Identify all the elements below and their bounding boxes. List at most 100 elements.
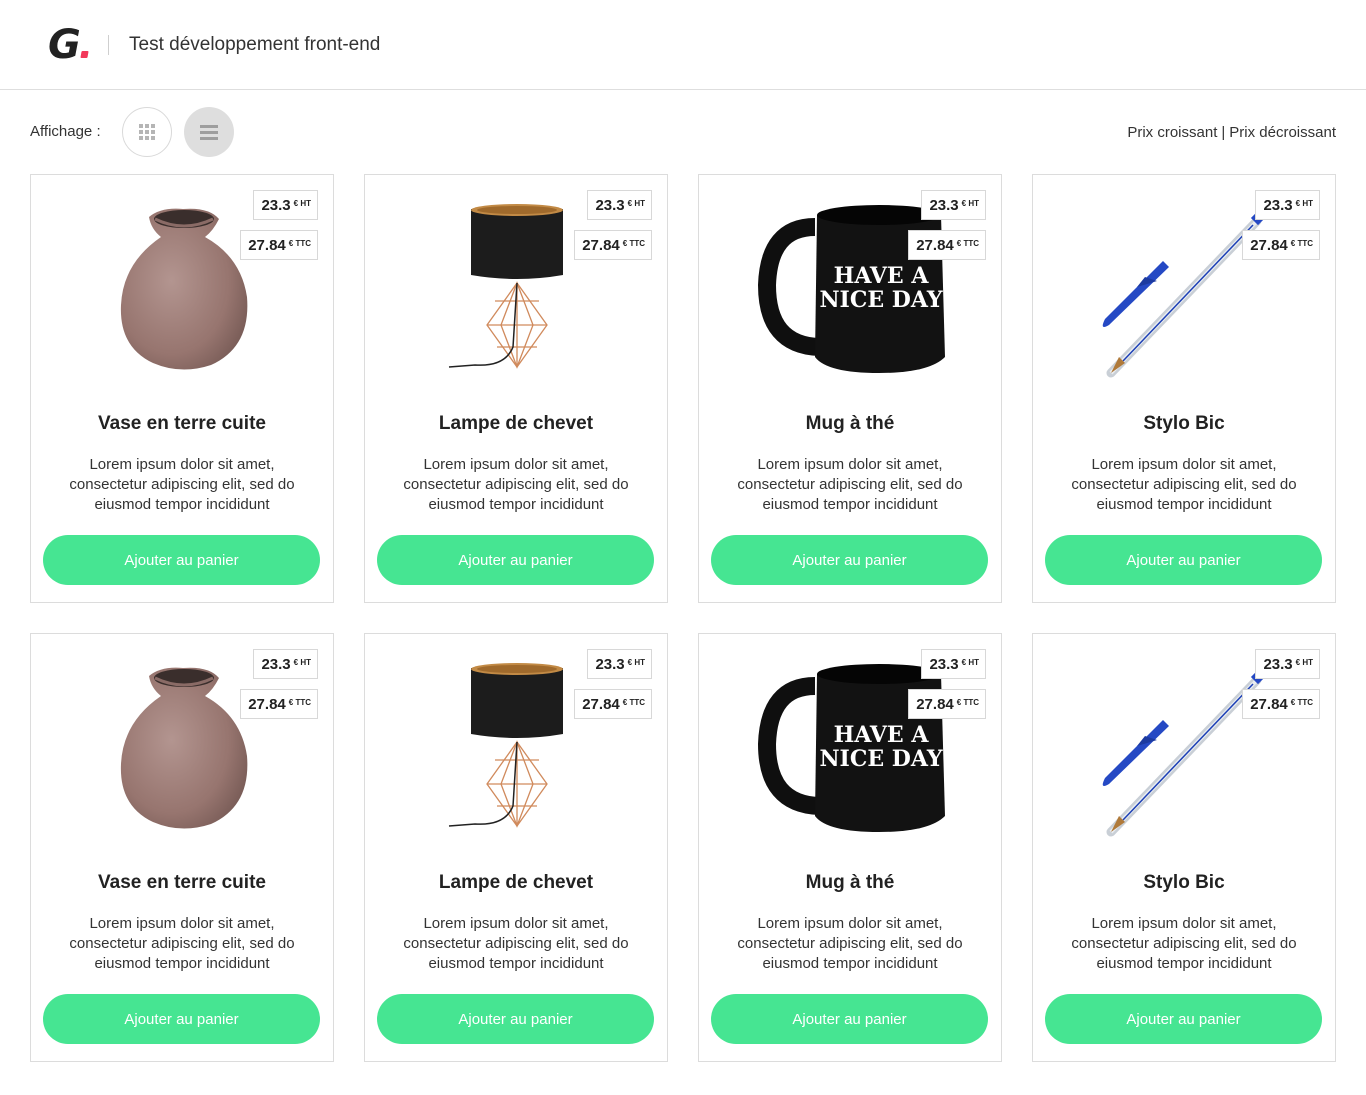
add-to-cart-button[interactable]: Ajouter au panier (43, 994, 320, 1044)
list-icon (200, 124, 218, 140)
product-description: Lorem ipsum dolor sit amet, consectetur … (1071, 915, 1297, 972)
price-ttc-unit: € TTC (1290, 239, 1313, 248)
product-description: Lorem ipsum dolor sit amet, consectetur … (403, 915, 629, 972)
product-image[interactable]: HAVE A NICE DAY (749, 656, 949, 846)
logo-dot (80, 50, 89, 58)
display-label: Affichage : (30, 123, 101, 140)
price-ht-value: 23.3 (929, 656, 959, 673)
svg-text:HAVE A: HAVE A (834, 263, 930, 289)
add-to-cart-button[interactable]: Ajouter au panier (377, 994, 654, 1044)
product-description: Lorem ipsum dolor sit amet, consectetur … (69, 915, 295, 972)
product-card: 23.3 € HT 27.84 € TTC Lampe de chevet Lo… (364, 633, 668, 1062)
product-card: 23.3 € HT 27.84 € TTC Vase en terre cuit… (30, 633, 334, 1062)
product-description: Lorem ipsum dolor sit amet, consectetur … (69, 456, 295, 513)
price-ttc-unit: € TTC (956, 239, 979, 248)
price-ttc-unit: € TTC (622, 698, 645, 707)
mug-image: HAVE A NICE DAY (757, 664, 945, 832)
price-ht-unit: € HT (627, 199, 645, 208)
grid-view-button[interactable] (122, 107, 172, 157)
pen-image (1102, 210, 1266, 378)
product-name[interactable]: Mug à thé (699, 872, 1001, 894)
price-ht-unit: € HT (293, 199, 311, 208)
product-card: HAVE A NICE DAY 23.3 € HT 27.84 € TTC Mu… (698, 633, 1002, 1062)
price-ht-badge: 23.3 € HT (1255, 649, 1320, 679)
product-image[interactable] (435, 197, 599, 387)
price-ht-unit: € HT (961, 658, 979, 667)
price-ht-badge: 23.3 € HT (1255, 190, 1320, 220)
vase-image (120, 667, 248, 829)
price-ht-value: 23.3 (595, 197, 625, 214)
page-title: Test développement front-end (129, 33, 381, 55)
product-image[interactable] (101, 656, 265, 846)
product-image[interactable] (435, 656, 599, 846)
product-description: Lorem ipsum dolor sit amet, consectetur … (737, 456, 963, 513)
header-divider (108, 34, 109, 55)
price-ht-unit: € HT (293, 658, 311, 667)
product-name[interactable]: Stylo Bic (1033, 872, 1335, 894)
price-ttc-value: 27.84 (248, 237, 286, 254)
lamp-image (448, 663, 563, 828)
price-ttc-unit: € TTC (956, 698, 979, 707)
price-ttc-value: 27.84 (582, 696, 620, 713)
price-ttc-value: 27.84 (916, 237, 954, 254)
price-ttc-unit: € TTC (1290, 698, 1313, 707)
vase-image (120, 208, 248, 370)
add-to-cart-button[interactable]: Ajouter au panier (1045, 535, 1322, 585)
product-description: Lorem ipsum dolor sit amet, consectetur … (737, 915, 963, 972)
pen-image (1102, 669, 1266, 837)
price-ht-badge: 23.3 € HT (921, 649, 986, 679)
mug-image: HAVE A NICE DAY (757, 205, 945, 373)
product-name[interactable]: Mug à thé (699, 413, 1001, 435)
brand-logo[interactable]: G (48, 25, 92, 65)
price-ttc-unit: € TTC (288, 698, 311, 707)
price-ht-badge: 23.3 € HT (587, 649, 652, 679)
price-ht-value: 23.3 (1263, 656, 1293, 673)
product-image[interactable] (1083, 656, 1283, 846)
product-name[interactable]: Vase en terre cuite (31, 413, 333, 435)
sort-price-desc-link[interactable]: Prix décroissant (1229, 124, 1336, 141)
price-ht-badge: 23.3 € HT (253, 190, 318, 220)
add-to-cart-button[interactable]: Ajouter au panier (1045, 994, 1322, 1044)
product-name[interactable]: Lampe de chevet (365, 413, 667, 435)
price-ttc-badge: 27.84 € TTC (908, 230, 986, 260)
display-toolbar: Affichage : Prix croissant | Prix décroiss… (0, 90, 1366, 174)
sort-price-asc-link[interactable]: Prix croissant (1127, 124, 1217, 141)
price-ht-value: 23.3 (1263, 197, 1293, 214)
price-ttc-badge: 27.84 € TTC (240, 230, 318, 260)
product-image[interactable] (101, 197, 265, 387)
product-image[interactable] (1083, 197, 1283, 387)
price-ht-value: 23.3 (261, 656, 291, 673)
add-to-cart-button[interactable]: Ajouter au panier (43, 535, 320, 585)
price-ht-value: 23.3 (929, 197, 959, 214)
sort-separator: | (1221, 124, 1226, 141)
price-ht-value: 23.3 (595, 656, 625, 673)
price-ht-value: 23.3 (261, 197, 291, 214)
product-card: 23.3 € HT 27.84 € TTC Lampe de chevet Lo… (364, 174, 668, 603)
product-description: Lorem ipsum dolor sit amet, consectetur … (403, 456, 629, 513)
product-name[interactable]: Lampe de chevet (365, 872, 667, 894)
price-ht-unit: € HT (627, 658, 645, 667)
product-card: 23.3 € HT 27.84 € TTC Stylo Bic Lorem ip… (1032, 174, 1336, 603)
product-image[interactable]: HAVE A NICE DAY (749, 197, 949, 387)
add-to-cart-button[interactable]: Ajouter au panier (711, 535, 988, 585)
add-to-cart-button[interactable]: Ajouter au panier (377, 535, 654, 585)
lamp-image (448, 204, 563, 369)
svg-text:HAVE A: HAVE A (834, 722, 930, 748)
add-to-cart-button[interactable]: Ajouter au panier (711, 994, 988, 1044)
logo-letter: G (48, 21, 81, 68)
price-ttc-badge: 27.84 € TTC (908, 689, 986, 719)
price-ttc-value: 27.84 (1250, 237, 1288, 254)
price-ttc-badge: 27.84 € TTC (1242, 230, 1320, 260)
price-ttc-badge: 27.84 € TTC (574, 689, 652, 719)
price-ttc-value: 27.84 (248, 696, 286, 713)
price-ttc-value: 27.84 (916, 696, 954, 713)
list-view-button[interactable] (184, 107, 234, 157)
product-card: 23.3 € HT 27.84 € TTC Stylo Bic Lorem ip… (1032, 633, 1336, 1062)
price-ttc-badge: 27.84 € TTC (1242, 689, 1320, 719)
price-ttc-value: 27.84 (1250, 696, 1288, 713)
product-name[interactable]: Stylo Bic (1033, 413, 1335, 435)
product-name[interactable]: Vase en terre cuite (31, 872, 333, 894)
grid-icon (139, 124, 155, 140)
price-ht-unit: € HT (1295, 199, 1313, 208)
page-header: G Test développement front-end (0, 0, 1366, 90)
